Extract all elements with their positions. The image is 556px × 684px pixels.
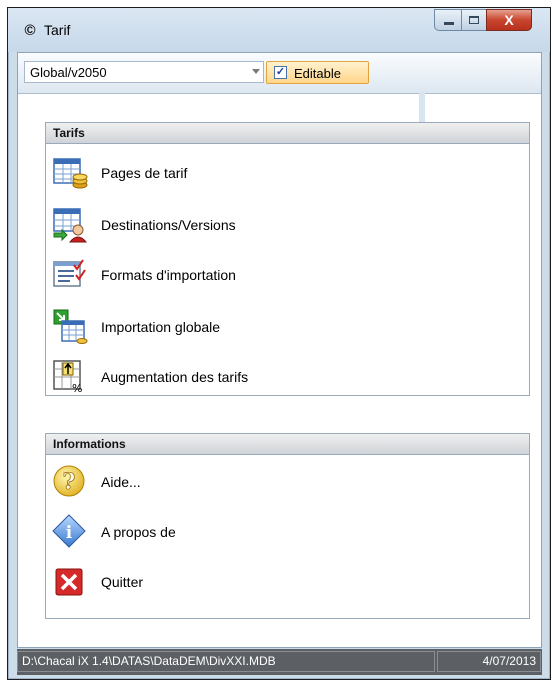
global-import-icon	[53, 309, 88, 344]
status-date: 4/07/2013	[437, 651, 541, 672]
minimize-button[interactable]	[434, 9, 462, 31]
main-window: © Tarif X Global/v2050 ✓ Editable Tarifs	[7, 7, 551, 680]
menu-item-label: Formats d'importation	[101, 267, 236, 283]
version-select-value: Global/v2050	[30, 65, 107, 80]
menu-item-augmentation-tarifs[interactable]: % Augmentation des tarifs	[52, 359, 512, 395]
price-increase-icon: %	[53, 360, 82, 395]
version-select[interactable]: Global/v2050	[24, 61, 264, 83]
menu-item-label: Destinations/Versions	[101, 217, 236, 233]
editable-checkbox[interactable]: ✓	[274, 66, 287, 79]
menu-item-a-propos[interactable]: i A propos de	[52, 514, 512, 550]
tarifs-group-title: Tarifs	[46, 123, 529, 144]
destinations-icon	[53, 208, 88, 243]
menu-item-aide[interactable]: ? Aide...	[52, 464, 512, 500]
menu-item-destinations-versions[interactable]: Destinations/Versions	[52, 207, 512, 243]
import-formats-icon	[53, 259, 86, 287]
info-icon: i	[52, 514, 86, 548]
close-button[interactable]: X	[486, 9, 532, 31]
price-pages-icon	[53, 158, 88, 189]
help-icon: ?	[53, 465, 85, 497]
menu-item-quitter[interactable]: Quitter	[52, 564, 512, 600]
menu-item-label: Pages de tarif	[101, 165, 188, 181]
menu-item-pages-de-tarif[interactable]: Pages de tarif	[52, 155, 512, 191]
svg-text:?: ?	[63, 469, 76, 495]
menu-item-label: Augmentation des tarifs	[101, 369, 249, 385]
chevron-down-icon[interactable]	[252, 69, 260, 74]
svg-text:%: %	[72, 382, 82, 395]
minimize-icon	[444, 22, 454, 25]
tarifs-group: Tarifs Pages de tarif Destinations/Versi…	[45, 122, 530, 396]
copyright-icon: ©	[24, 22, 36, 39]
status-bar: D:\Chacal iX 1.4\DATAS\DataDEM\DivXXI.MD…	[17, 649, 542, 675]
menu-item-formats-importation[interactable]: Formats d'importation	[52, 257, 512, 293]
toolbar: Global/v2050 ✓ Editable	[18, 53, 541, 94]
title-bar[interactable]: © Tarif X	[8, 8, 550, 52]
close-icon: X	[504, 12, 514, 28]
menu-item-label: Importation globale	[101, 319, 221, 335]
status-database-path: D:\Chacal iX 1.4\DATAS\DataDEM\DivXXI.MD…	[17, 651, 435, 672]
svg-text:i: i	[66, 523, 73, 543]
menu-item-importation-globale[interactable]: Importation globale	[52, 309, 512, 345]
informations-group: Informations ? Aide... i A propos de Qui…	[45, 433, 530, 619]
maximize-icon	[469, 16, 479, 24]
content-area: Global/v2050 ✓ Editable Tarifs Pages de …	[17, 52, 542, 648]
maximize-button[interactable]	[461, 9, 487, 31]
editable-label: Editable	[294, 66, 341, 81]
informations-group-title: Informations	[46, 434, 529, 455]
window-title: Tarif	[44, 22, 71, 38]
exit-icon	[55, 568, 83, 596]
menu-item-label: Quitter	[101, 574, 144, 590]
menu-item-label: Aide...	[101, 474, 141, 490]
editable-toggle[interactable]: ✓ Editable	[266, 61, 369, 84]
menu-item-label: A propos de	[101, 524, 176, 540]
